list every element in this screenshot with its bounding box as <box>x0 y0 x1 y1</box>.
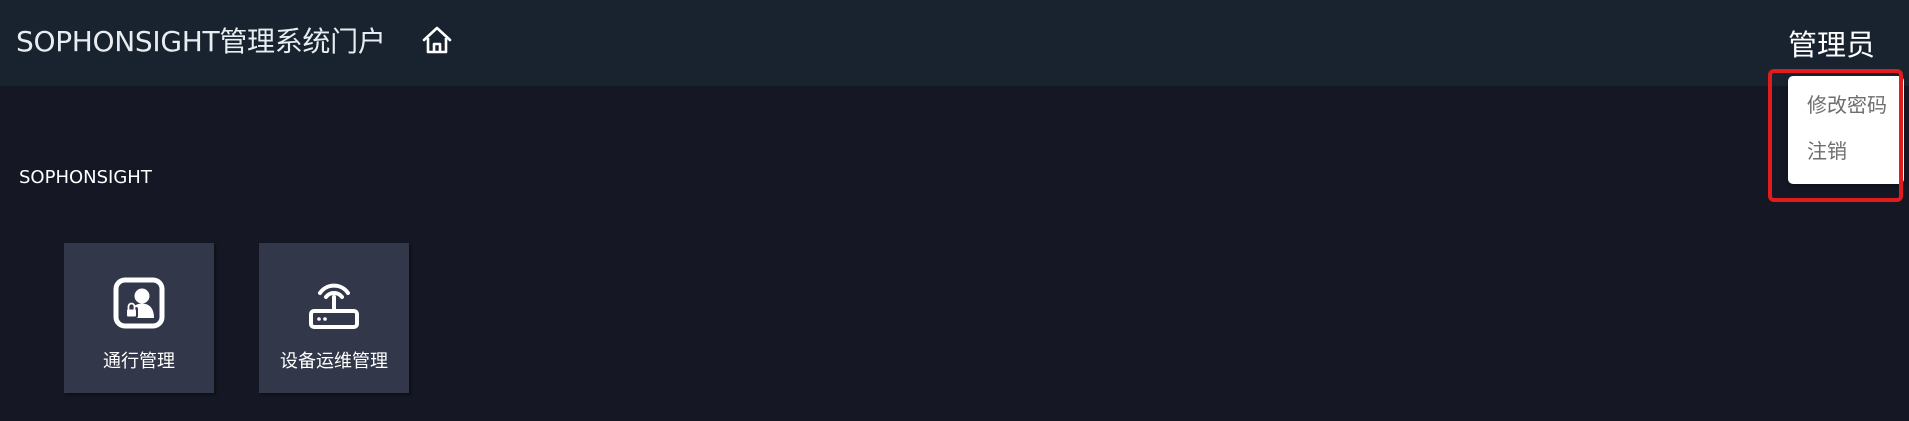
home-icon <box>422 26 452 54</box>
tile-label: 设备运维管理 <box>280 351 388 372</box>
top-bar: SOPHONSIGHT管理系统门户 管理员 <box>0 0 1909 86</box>
user-menu-trigger[interactable]: 管理员 <box>1788 28 1875 62</box>
router-icon <box>306 275 362 331</box>
tile-label: 通行管理 <box>103 351 175 372</box>
tile-access-management[interactable]: 通行管理 <box>64 243 214 393</box>
access-control-icon <box>111 275 167 331</box>
app-title: SOPHONSIGHT管理系统门户 <box>16 25 386 58</box>
section-label: SOPHONSIGHT <box>19 167 152 188</box>
tile-device-maintenance[interactable]: 设备运维管理 <box>259 243 409 393</box>
dropdown-highlight-box <box>1768 69 1903 202</box>
home-button[interactable] <box>420 23 454 57</box>
portal-page: SOPHONSIGHT管理系统门户 管理员 修改密码 注销 SOPHONSIGH… <box>0 0 1909 421</box>
